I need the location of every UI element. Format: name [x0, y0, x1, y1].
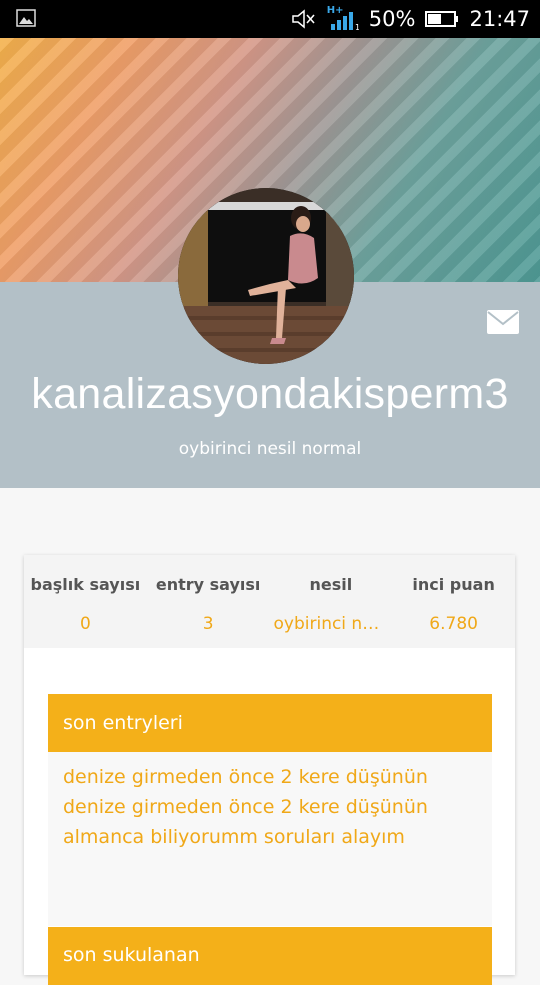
- stat-inci-points: inci puan 6.780: [392, 555, 515, 648]
- stat-value: oybirinci ne...: [273, 614, 389, 634]
- status-icons: H+ 1 50% 21:47: [291, 0, 530, 38]
- avatar[interactable]: [178, 188, 354, 364]
- stat-label: başlık sayısı: [30, 575, 141, 594]
- clock: 21:47: [469, 7, 530, 31]
- battery-percent: 50%: [368, 7, 416, 31]
- battery-icon: [425, 11, 459, 27]
- stat-generation: nesil oybirinci ne...: [270, 555, 393, 648]
- latest-entries-header: son entryleri: [48, 694, 492, 752]
- entry-link[interactable]: almanca biliyorumm soruları alayım: [63, 822, 492, 852]
- stat-value: 6.780: [429, 614, 478, 634]
- stat-entry-count: entry sayısı 3: [147, 555, 270, 648]
- message-icon[interactable]: [486, 309, 520, 335]
- stat-topic-count: başlık sayısı 0: [24, 555, 147, 648]
- entry-link[interactable]: denize girmeden önce 2 kere düşünün: [63, 762, 492, 792]
- user-generation: oybirinci nesil normal: [178, 439, 362, 459]
- latest-favorites-header: son sukulanan: [48, 927, 492, 985]
- stat-label: entry sayısı: [155, 575, 261, 594]
- stats-row: başlık sayısı 0 entry sayısı 3 nesil oyb…: [24, 555, 515, 648]
- stat-value: 0: [79, 614, 91, 634]
- entry-link[interactable]: denize girmeden önce 2 kere düşünün: [63, 792, 492, 822]
- svg-text:1: 1: [355, 23, 359, 31]
- stat-value: 3: [202, 614, 214, 634]
- gallery-notification-icon: [16, 9, 36, 27]
- status-bar: H+ 1 50% 21:47: [0, 0, 540, 38]
- signal-icon: H+ 1: [327, 5, 359, 31]
- stat-label: nesil: [309, 575, 353, 594]
- stat-label: inci puan: [412, 575, 495, 594]
- username: kanalizasyondakisperm3: [31, 370, 509, 418]
- latest-entries-list: denize girmeden önce 2 kere düşünün deni…: [48, 752, 492, 926]
- mute-icon: [292, 9, 315, 29]
- profile-card: başlık sayısı 0 entry sayısı 3 nesil oyb…: [24, 555, 515, 985]
